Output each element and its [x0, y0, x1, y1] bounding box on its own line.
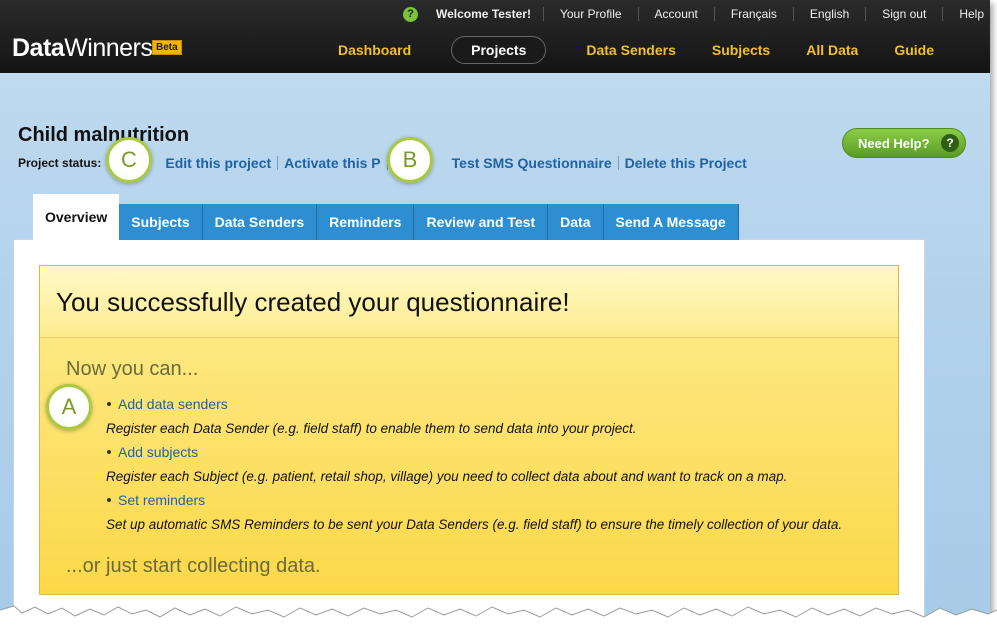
your-profile-link[interactable]: Your Profile: [544, 7, 639, 21]
set-reminders-description: Set up automatic SMS Reminders to be sen…: [106, 517, 843, 532]
edit-project-link[interactable]: Edit this project: [159, 156, 279, 170]
project-tabs: Overview Subjects Data Senders Reminders…: [33, 194, 739, 240]
page-title: Child malnutrition: [18, 124, 190, 146]
help-icon[interactable]: ?: [403, 6, 419, 22]
logo-bold: Data: [12, 34, 65, 62]
test-sms-questionnaire-link[interactable]: Test SMS Questionnaire: [446, 156, 619, 170]
annotation-b-marker: B: [387, 137, 433, 183]
tab-send-a-message[interactable]: Send A Message: [603, 204, 739, 240]
tab-subjects[interactable]: Subjects: [119, 204, 203, 240]
add-subjects-link[interactable]: Add subjects: [106, 444, 876, 460]
welcome-text: Welcome Tester!: [436, 7, 544, 21]
add-subjects-description: Register each Subject (e.g. patient, ret…: [106, 469, 788, 484]
english-link[interactable]: English: [794, 7, 867, 21]
tab-reminders[interactable]: Reminders: [317, 204, 415, 240]
nav-projects[interactable]: Projects: [451, 36, 547, 64]
list-item: Add subjects Register each Subject (e.g.…: [106, 444, 876, 487]
start-collecting-text: ...or just start collecting data.: [66, 555, 321, 577]
need-help-button[interactable]: Need Help? ?: [842, 128, 966, 158]
project-status-label: Project status:: [18, 156, 102, 170]
delete-project-link[interactable]: Delete this Project: [619, 156, 753, 170]
sign-out-link[interactable]: Sign out: [866, 7, 944, 21]
list-item: Add data senders Register each Data Send…: [106, 396, 876, 439]
francais-link[interactable]: Français: [715, 7, 794, 21]
torn-edge-decoration: [0, 605, 997, 643]
nav-data-senders[interactable]: Data Senders: [568, 37, 693, 63]
annotation-c-marker: C: [106, 137, 152, 183]
tab-data-senders[interactable]: Data Senders: [202, 204, 318, 240]
tab-overview[interactable]: Overview: [33, 194, 120, 240]
set-reminders-link[interactable]: Set reminders: [106, 492, 876, 508]
success-card: You successfully created your questionna…: [39, 265, 899, 595]
activate-project-link[interactable]: Activate this P: [278, 156, 388, 170]
annotation-a-marker: A: [46, 384, 92, 430]
nav-guide[interactable]: Guide: [876, 37, 952, 63]
top-bar: ? Welcome Tester! Your Profile Account F…: [0, 0, 990, 73]
add-data-senders-link[interactable]: Add data senders: [106, 396, 876, 412]
utility-bar: ? Welcome Tester! Your Profile Account F…: [403, 0, 990, 28]
success-heading: You successfully created your questionna…: [56, 287, 570, 317]
nav-dashboard[interactable]: Dashboard: [320, 37, 429, 63]
app-window: ? Welcome Tester! Your Profile Account F…: [0, 0, 990, 643]
main-nav: Dashboard Projects Data Senders Subjects…: [320, 36, 952, 64]
help-link[interactable]: Help: [943, 7, 990, 21]
success-card-header: You successfully created your questionna…: [40, 266, 898, 338]
datawinners-logo[interactable]: DataWinners: [12, 34, 153, 63]
tab-review-and-test[interactable]: Review and Test: [414, 204, 549, 240]
now-you-can-text: Now you can...: [66, 358, 199, 380]
nav-all-data[interactable]: All Data: [788, 37, 876, 63]
beta-badge: Beta: [152, 40, 182, 55]
list-item: Set reminders Set up automatic SMS Remin…: [106, 492, 876, 535]
account-link[interactable]: Account: [639, 7, 715, 21]
question-icon: ?: [941, 134, 959, 152]
tab-data[interactable]: Data: [548, 204, 604, 240]
add-data-senders-description: Register each Data Sender (e.g. field st…: [106, 421, 637, 436]
nav-subjects[interactable]: Subjects: [694, 37, 788, 63]
need-help-label: Need Help?: [858, 135, 930, 151]
next-steps-list: Add data senders Register each Data Send…: [106, 396, 876, 540]
logo-regular: Winners: [64, 34, 153, 62]
